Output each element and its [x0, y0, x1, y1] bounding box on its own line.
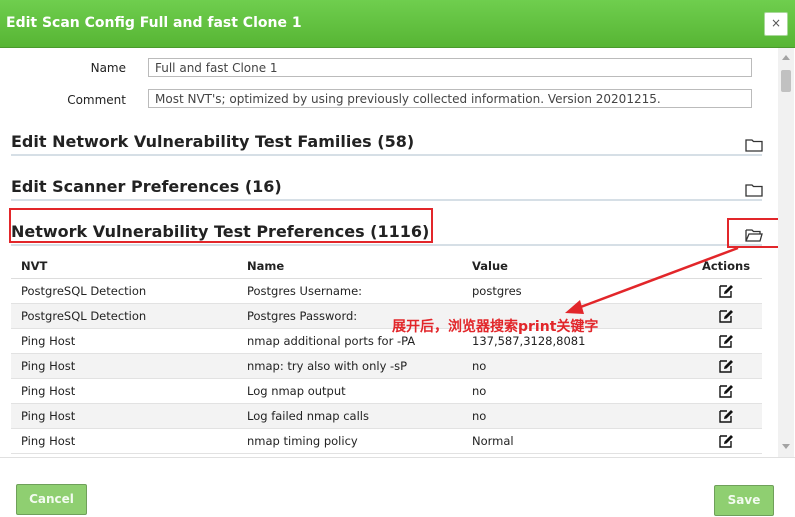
edit-icon[interactable] [718, 433, 734, 449]
scrollbar-thumb[interactable] [781, 70, 791, 92]
folder-icon[interactable] [745, 138, 763, 152]
cell-actions [690, 428, 762, 454]
section-divider [11, 199, 762, 201]
section-scanner-prefs-title: Edit Scanner Preferences (16) [11, 177, 282, 196]
cell-nvt: Ping Host [11, 428, 237, 454]
col-header-value[interactable]: Value [462, 254, 690, 279]
scroll-down-icon[interactable] [782, 444, 790, 449]
annotation-text: 展开后，浏览器搜索print关键字 [392, 319, 599, 335]
cell-nvt: PostgreSQL Detection [11, 303, 237, 329]
cell-nvt: PostgreSQL Detection [11, 278, 237, 304]
cell-nvt: Ping Host [11, 353, 237, 379]
col-header-actions: Actions [690, 254, 762, 279]
cell-name: nmap timing policy [237, 428, 462, 454]
cell-name: Postgres Username: [237, 278, 462, 304]
cancel-button[interactable]: Cancel [16, 484, 87, 515]
table-row: Ping Host nmap timing policy Normal [11, 428, 762, 454]
cell-name: nmap: try also with only -sP [237, 353, 462, 379]
cell-nvt: Ping Host [11, 403, 237, 429]
dialog-footer: Cancel Save [0, 457, 795, 517]
edit-icon[interactable] [718, 308, 734, 324]
content-scrollbar[interactable] [778, 48, 794, 457]
section-divider [11, 244, 762, 246]
table-row: PostgreSQL Detection Postgres Username: po… [11, 278, 762, 304]
save-button[interactable]: Save [714, 485, 774, 516]
cell-nvt: Ping Host [11, 378, 237, 404]
highlight-box-section [9, 208, 433, 243]
close-icon: × [770, 16, 782, 30]
cell-actions [690, 278, 762, 304]
col-header-nvt[interactable]: NVT [11, 254, 237, 279]
comment-label: Comment [67, 93, 126, 107]
cell-name: Log failed nmap calls [237, 403, 462, 429]
table-row: PostgreSQL Detection Postgres Password: [11, 303, 762, 329]
table-row: Ping Host Log nmap output no [11, 378, 762, 404]
edit-icon[interactable] [718, 408, 734, 424]
table-row: Ping Host Log failed nmap calls no [11, 403, 762, 429]
cell-actions [690, 378, 762, 404]
edit-icon[interactable] [718, 333, 734, 349]
section-nvt-families-title: Edit Network Vulnerability Test Families… [11, 132, 415, 151]
scroll-up-icon[interactable] [782, 55, 790, 60]
cell-nvt: Ping Host [11, 328, 237, 354]
table-row: Ping Host nmap: try also with only -sP no [11, 353, 762, 379]
cell-value: Normal [462, 428, 690, 454]
cell-name: Log nmap output [237, 378, 462, 404]
cell-value: no [462, 403, 690, 429]
cell-actions [690, 353, 762, 379]
table-row: Ping Host nmap additional ports for -PA 13… [11, 328, 762, 354]
highlight-box-folder [727, 218, 784, 248]
dialog-content: Name Full and fast Clone 1 Comment Most … [0, 48, 795, 457]
section-divider [11, 154, 762, 156]
nvt-preferences-table: NVT Name Value Actions PostgreSQL Detect… [11, 254, 762, 454]
edit-icon[interactable] [718, 283, 734, 299]
dialog-title: Edit Scan Config Full and fast Clone 1 [6, 15, 302, 31]
table-header-row: NVT Name Value Actions [11, 254, 762, 279]
col-header-name[interactable]: Name [237, 254, 462, 279]
cell-actions [690, 328, 762, 354]
cell-actions [690, 403, 762, 429]
cell-value: postgres [462, 278, 690, 304]
cell-value: no [462, 353, 690, 379]
cell-value: no [462, 378, 690, 404]
folder-icon[interactable] [745, 183, 763, 197]
name-input[interactable]: Full and fast Clone 1 [148, 58, 752, 77]
close-button[interactable]: × [764, 12, 788, 36]
edit-icon[interactable] [718, 383, 734, 399]
edit-icon[interactable] [718, 358, 734, 374]
name-label: Name [90, 61, 126, 75]
dialog-titlebar: Edit Scan Config Full and fast Clone 1 × [0, 0, 795, 48]
cell-actions [690, 303, 762, 329]
comment-input[interactable]: Most NVT's; optimized by using previousl… [148, 89, 752, 108]
